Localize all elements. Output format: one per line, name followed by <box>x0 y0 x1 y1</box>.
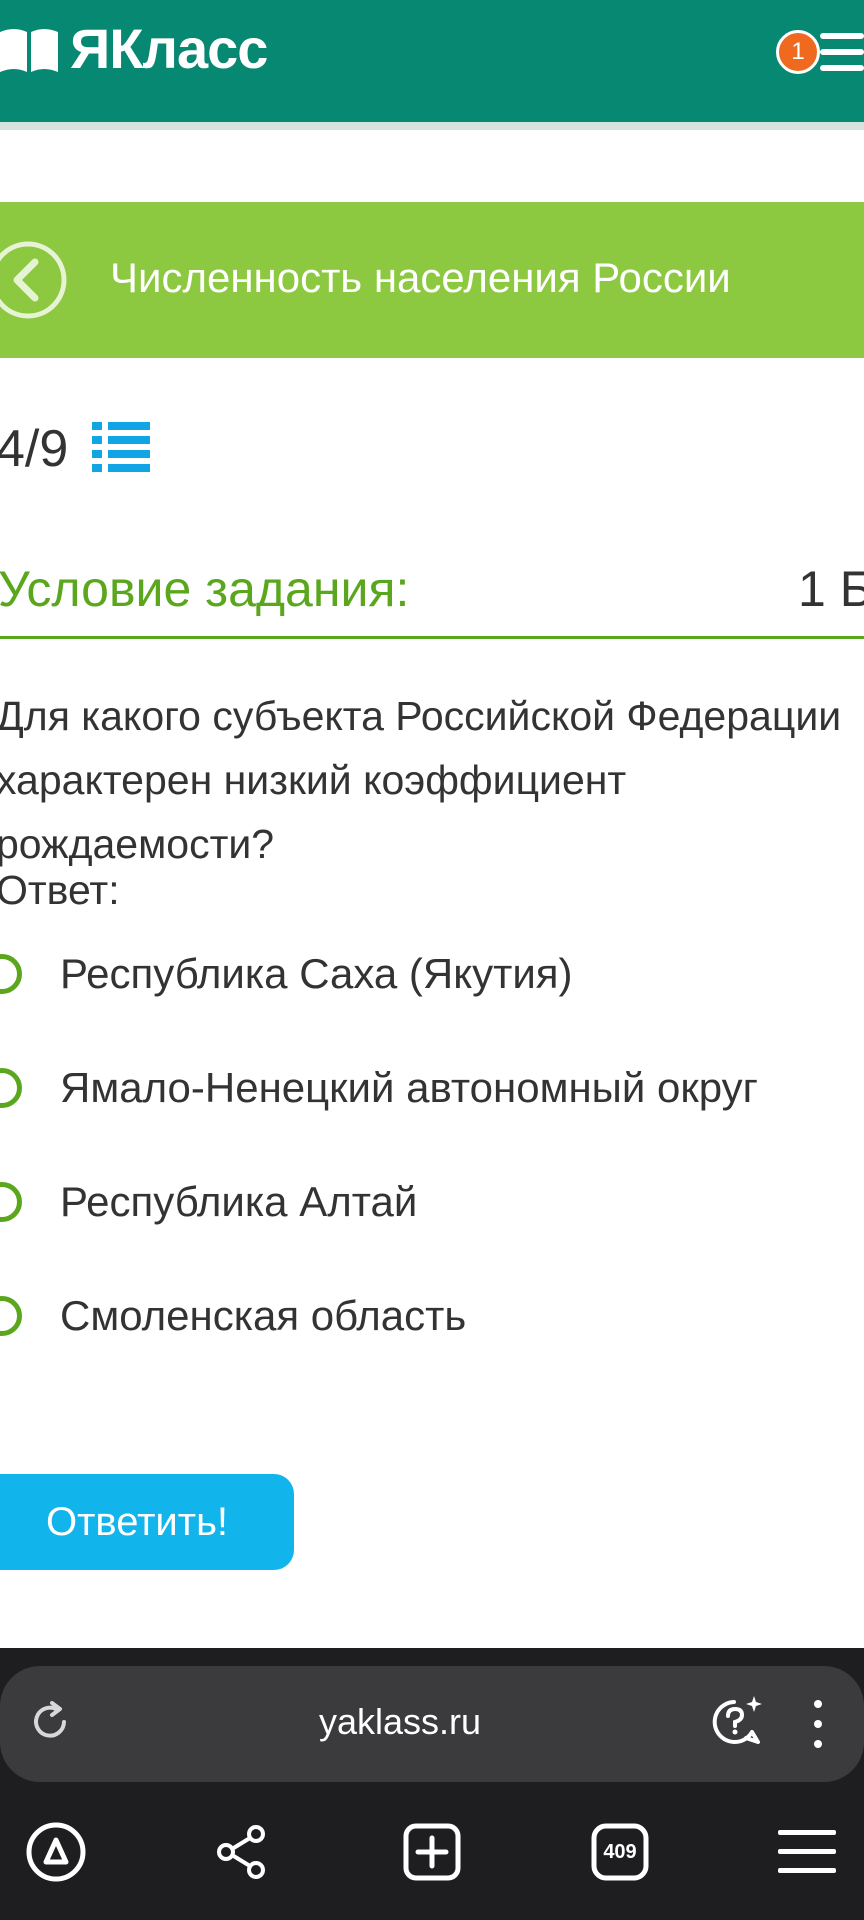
question-text: Для какого субъекта Российской Федерации… <box>0 693 842 867</box>
new-tab-icon[interactable] <box>400 1820 464 1884</box>
condition-divider <box>0 636 864 639</box>
task-progress: 4/9 <box>0 420 69 478</box>
answer-option[interactable]: Ямало-Ненецкий автономный округ <box>0 1060 860 1120</box>
answer-option[interactable]: Смоленская область <box>0 1288 860 1348</box>
submit-answer-button[interactable]: Ответить! <box>0 1474 294 1570</box>
task-points: 1 Б. <box>798 561 864 617</box>
chevron-left-circle-icon[interactable] <box>0 240 68 320</box>
radio-button[interactable] <box>0 1182 22 1222</box>
answer-label: Ответ: <box>0 867 120 913</box>
tabs-icon[interactable]: 409 <box>588 1820 652 1884</box>
answer-option-label: Республика Алтай <box>60 1178 418 1225</box>
alice-icon[interactable] <box>24 1820 88 1884</box>
reload-icon[interactable] <box>26 1698 74 1746</box>
radio-button[interactable] <box>0 1068 22 1108</box>
condition-heading: Условие задания: <box>0 561 410 617</box>
site-logo[interactable]: ЯКласс <box>70 14 268 84</box>
header-divider <box>0 122 864 130</box>
tabs-count: 409 <box>603 1841 637 1863</box>
answer-option-label: Республика Саха (Якутия) <box>60 950 573 997</box>
book-icon <box>0 29 58 72</box>
radio-button[interactable] <box>0 1296 22 1336</box>
answer-option-label: Ямало-Ненецкий автономный округ <box>60 1064 758 1111</box>
ai-help-icon[interactable] <box>708 1694 764 1750</box>
answer-option[interactable]: Республика Алтай <box>0 1174 860 1234</box>
answer-option-label: Смоленская область <box>60 1292 467 1339</box>
radio-button[interactable] <box>0 954 22 994</box>
address-url[interactable]: yaklass.ru <box>250 1694 550 1750</box>
topic-title: Численность населения России <box>110 254 731 301</box>
list-icon[interactable] <box>92 420 150 472</box>
more-vertical-icon[interactable] <box>808 1700 828 1750</box>
notification-badge[interactable]: 1 <box>776 30 820 74</box>
answer-option[interactable]: Республика Саха (Якутия) <box>0 946 860 1006</box>
share-icon[interactable] <box>210 1820 274 1884</box>
hamburger-menu-icon[interactable] <box>820 33 864 73</box>
menu-icon[interactable] <box>776 1820 840 1884</box>
